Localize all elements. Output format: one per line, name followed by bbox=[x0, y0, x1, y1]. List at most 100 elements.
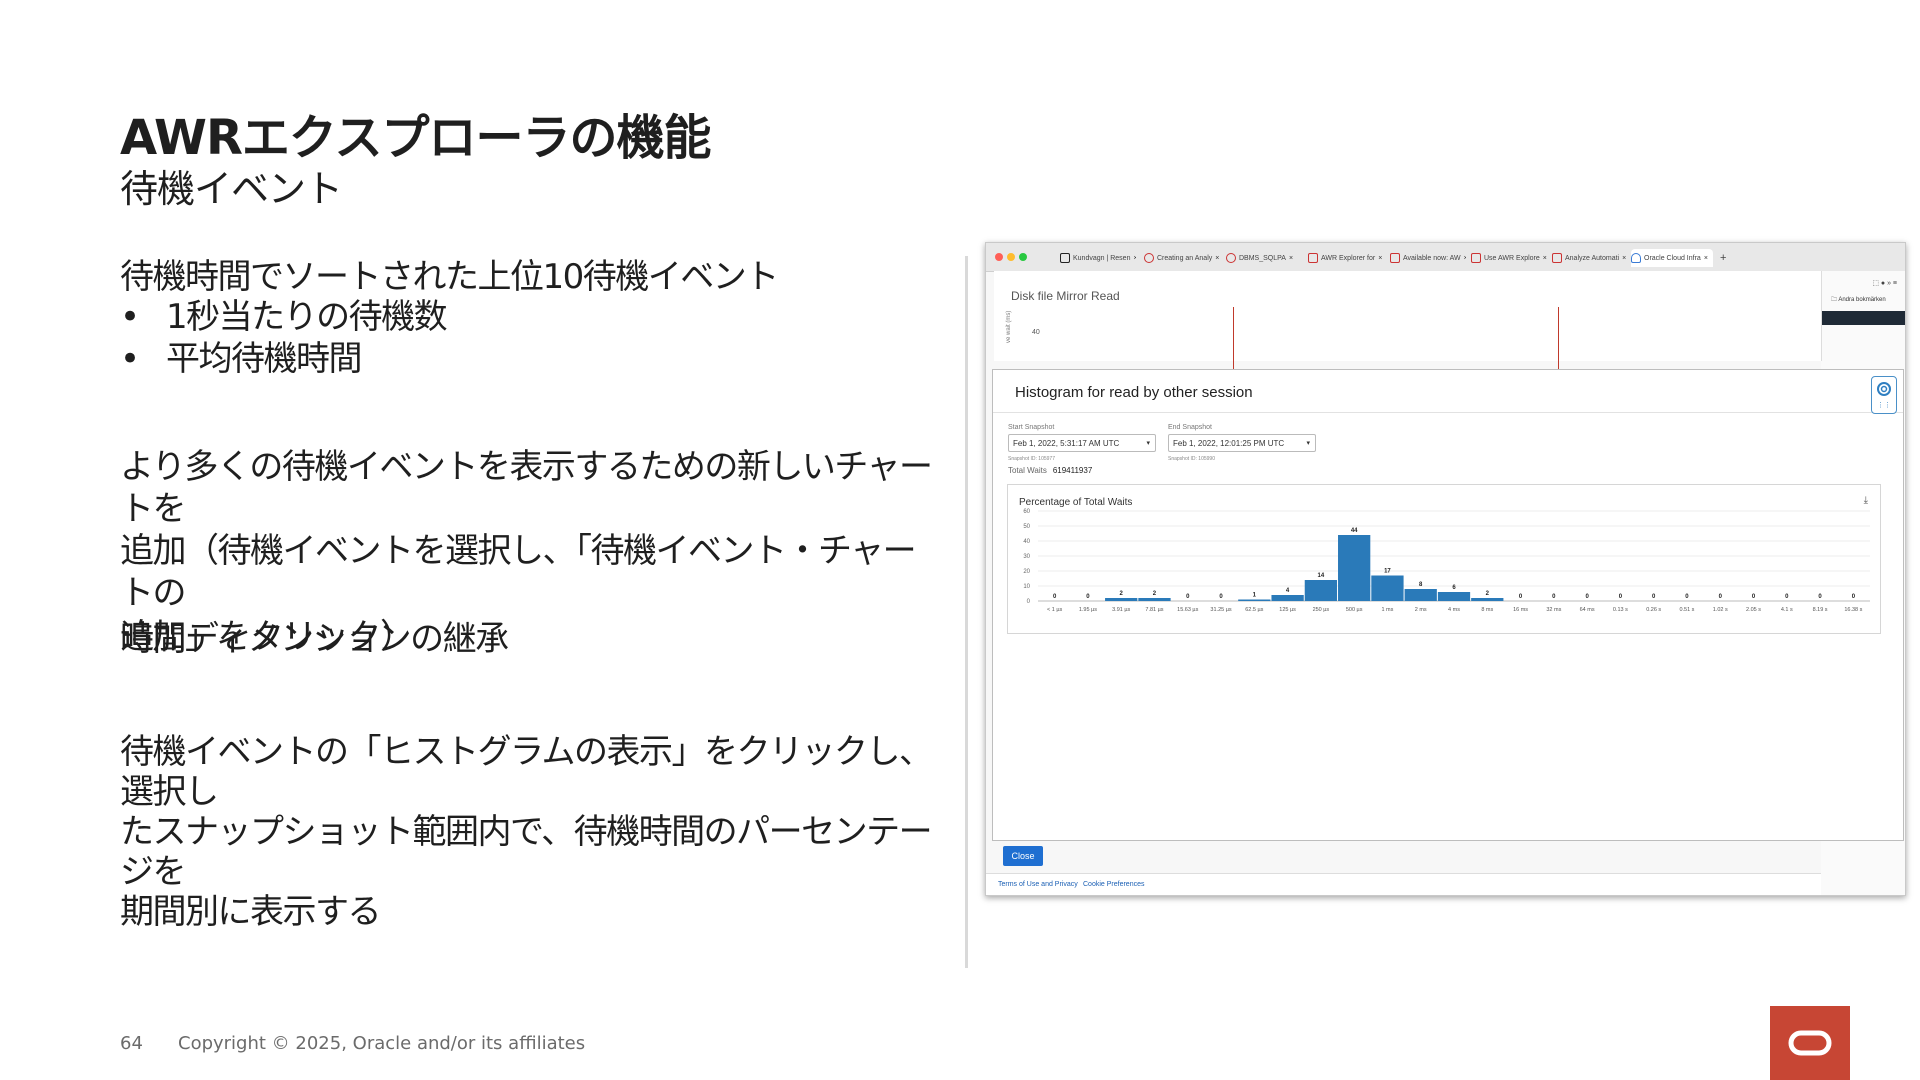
bar-value-label: 0 bbox=[1086, 594, 1090, 600]
bar-value-label: 0 bbox=[1652, 594, 1656, 600]
browser-tab[interactable]: Analyze Automati × bbox=[1552, 249, 1628, 267]
close-tab-icon[interactable]: × bbox=[1378, 255, 1382, 262]
background-chart-panel bbox=[994, 271, 1822, 361]
bookmarks-folder[interactable]: 🗀 Andra bokmärken bbox=[1831, 295, 1886, 305]
close-tab-icon[interactable]: × bbox=[1289, 255, 1293, 262]
bar-value-label: 0 bbox=[1585, 594, 1589, 600]
browser-screenshot: Kundvagn | Resen× Creating an Analy× DBM… bbox=[985, 242, 1906, 896]
bar-value-label: 0 bbox=[1219, 594, 1223, 600]
x-tick-label: 0.51 s bbox=[1679, 607, 1694, 613]
browser-tab[interactable]: Available now: AW× bbox=[1390, 249, 1466, 267]
toolbar-icons: ⬚ ● » ≡ bbox=[1872, 280, 1897, 287]
browser-tab[interactable]: Kundvagn | Resen× bbox=[1060, 249, 1136, 267]
histogram-bar bbox=[1338, 535, 1371, 601]
histogram-chart: Percentage of Total Waits ⤓ 0 10 20 30 40 50 6… bbox=[1007, 484, 1881, 634]
x-tick-label: < 1 µs bbox=[1047, 607, 1062, 613]
bullet-list: • 1秒当たりの待機数 • 平均待機時間 bbox=[120, 296, 448, 380]
x-tick-label: 125 µs bbox=[1279, 607, 1296, 613]
bar-value-label: 0 bbox=[1619, 594, 1623, 600]
new-tab-button[interactable]: + bbox=[1720, 249, 1726, 267]
help-lifebuoy-icon[interactable]: ⋮⋮ bbox=[1871, 376, 1897, 414]
histogram-bar bbox=[1437, 592, 1471, 601]
x-tick-label: 64 ms bbox=[1580, 607, 1595, 613]
bar-value-label: 0 bbox=[1818, 594, 1822, 600]
paragraph-top-ten: 待機時間でソートされた上位10待機イベント bbox=[120, 257, 779, 297]
paragraph-time-dimension: 時間ディメンションの継承 bbox=[120, 619, 509, 659]
x-tick-label: 16.38 s bbox=[1844, 607, 1862, 613]
close-tab-icon[interactable]: × bbox=[1704, 255, 1708, 262]
bar-value-label: 0 bbox=[1685, 594, 1689, 600]
paragraph-line: 追加（待機イベントを選択し、「待機イベント・チャートの bbox=[120, 531, 917, 613]
paragraph-line: 期間別に表示する bbox=[120, 892, 382, 932]
bar-value-label: 17 bbox=[1384, 569, 1391, 575]
x-tick-label: 250 µs bbox=[1313, 607, 1330, 613]
close-tab-icon[interactable]: × bbox=[1543, 255, 1547, 262]
bar-value-label: 0 bbox=[1552, 594, 1556, 600]
bar-value-label: 2 bbox=[1153, 591, 1157, 597]
browser-tab-active[interactable]: Oracle Cloud Infra × bbox=[1631, 249, 1713, 267]
close-tab-icon[interactable]: × bbox=[1622, 255, 1626, 262]
tab-label: Oracle Cloud Infra bbox=[1644, 254, 1701, 262]
x-tick-label: 0.13 s bbox=[1613, 607, 1628, 613]
x-tick-label: 2 ms bbox=[1415, 607, 1427, 613]
start-snapshot-select[interactable]: Feb 1, 2022, 5:31:17 AM UTC ▾ bbox=[1008, 434, 1156, 452]
close-tab-icon[interactable]: × bbox=[1133, 255, 1136, 262]
x-tick-label: 1.95 µs bbox=[1079, 607, 1097, 613]
oracle-logo bbox=[1770, 1006, 1850, 1080]
cookie-preferences-link[interactable]: Cookie Preferences bbox=[1083, 881, 1144, 888]
browser-tab[interactable]: AWR Explorer for × bbox=[1308, 249, 1384, 267]
histogram-bar bbox=[1105, 598, 1138, 601]
histogram-bar bbox=[1138, 598, 1171, 601]
x-tick-label: 32 ms bbox=[1546, 607, 1561, 613]
y-tick-label: 40 bbox=[1023, 539, 1030, 545]
end-snapshot-select[interactable]: Feb 1, 2022, 12:01:25 PM UTC ▾ bbox=[1168, 434, 1316, 452]
total-waits: Total Waits 619411937 bbox=[1008, 466, 1092, 475]
tab-label: Analyze Automati bbox=[1565, 254, 1620, 262]
x-tick-label: 4 ms bbox=[1448, 607, 1460, 613]
y-tick-label: 50 bbox=[1023, 524, 1030, 530]
bar-value-label: 0 bbox=[1053, 594, 1057, 600]
svg-text:⋮⋮: ⋮⋮ bbox=[1877, 401, 1891, 409]
terms-link[interactable]: Terms of Use and Privacy bbox=[998, 881, 1078, 888]
minimize-window-icon[interactable] bbox=[1007, 253, 1015, 261]
x-tick-label: 2.05 s bbox=[1746, 607, 1761, 613]
bullet-item: • 平均待機時間 bbox=[120, 338, 446, 380]
background-spike bbox=[1233, 307, 1234, 369]
close-button[interactable]: Close bbox=[1003, 846, 1043, 866]
y-tick-label: 30 bbox=[1023, 554, 1030, 560]
y-tick-label: 0 bbox=[1027, 599, 1031, 605]
bullet-mark: • bbox=[120, 297, 140, 337]
modal-title: Histogram for read by other session bbox=[1015, 384, 1253, 401]
oracle-icon bbox=[1226, 253, 1236, 263]
oracle-icon bbox=[1308, 253, 1318, 263]
background-spike bbox=[1558, 307, 1559, 369]
oracle-icon bbox=[1471, 253, 1481, 263]
background-y-tick: 40 bbox=[1032, 329, 1040, 336]
end-snapshot-label: End Snapshot bbox=[1168, 424, 1212, 431]
paragraph-line: たスナップショット範囲内で、待機時間のパーセンテージを bbox=[120, 812, 933, 892]
bullet-text: 1秒当たりの待機数 bbox=[166, 297, 448, 337]
background-y-label: ve wait (ms) bbox=[1006, 310, 1012, 343]
bar-value-label: 0 bbox=[1719, 594, 1723, 600]
close-tab-icon[interactable]: × bbox=[1215, 255, 1219, 262]
tab-label: Kundvagn | Resen bbox=[1073, 254, 1131, 262]
total-waits-value: 619411937 bbox=[1052, 466, 1093, 475]
chevron-down-icon: ▾ bbox=[1146, 440, 1150, 447]
bar-value-label: 0 bbox=[1785, 594, 1789, 600]
slide-subtitle: 待機イベント bbox=[120, 167, 343, 211]
tab-label: AWR Explorer for bbox=[1321, 254, 1376, 262]
close-tab-icon[interactable]: × bbox=[1464, 255, 1466, 262]
close-window-icon[interactable] bbox=[995, 253, 1003, 261]
oracle-icon bbox=[1144, 253, 1154, 263]
bar-value-label: 14 bbox=[1318, 573, 1325, 579]
maximize-window-icon[interactable] bbox=[1019, 253, 1027, 261]
start-snapshot-label: Start Snapshot bbox=[1008, 424, 1055, 431]
x-tick-label: 1.02 s bbox=[1713, 607, 1728, 613]
browser-tab[interactable]: Use AWR Explore × bbox=[1471, 249, 1547, 267]
x-tick-label: 8.19 s bbox=[1813, 607, 1828, 613]
browser-tab[interactable]: DBMS_SQLPA × bbox=[1226, 249, 1302, 267]
y-tick-label: 10 bbox=[1023, 584, 1030, 590]
browser-tab[interactable]: Creating an Analy × bbox=[1144, 249, 1220, 267]
histogram-bar bbox=[1471, 598, 1504, 601]
paragraph-line: 待機イベントの「ヒストグラムの表示」をクリックし、選択し bbox=[120, 732, 933, 812]
